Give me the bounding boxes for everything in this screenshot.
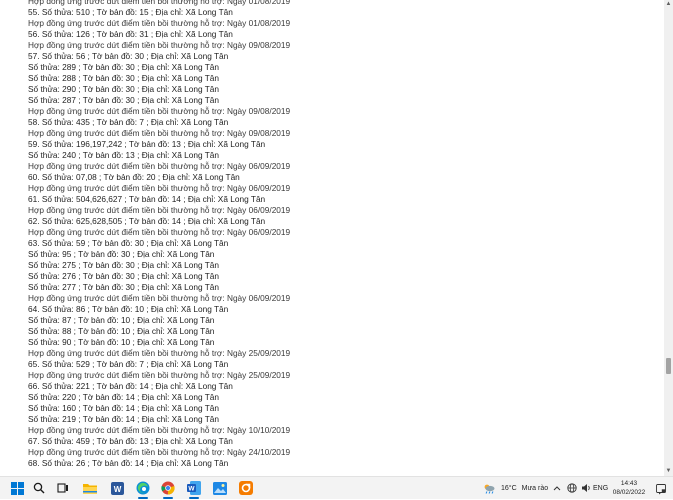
document-line: Hợp đồng ứng trước dứt điểm tiền bồi thư… bbox=[28, 161, 291, 171]
document-line: 58. Số thửa: 435 ; Tờ bản đồ: 7 ; Địa ch… bbox=[28, 117, 229, 127]
clock-date: 08/02/2022 bbox=[612, 489, 646, 496]
document-line: Số thửa: 288 ; Tờ bản đồ: 30 ; Địa chỉ: … bbox=[28, 73, 220, 83]
document-line: Hợp đồng ứng trước dứt điểm tiền bồi thư… bbox=[28, 0, 291, 6]
clock-time: 14:43 bbox=[620, 480, 638, 487]
weather-description: Mưa rào bbox=[521, 484, 549, 492]
weather-temperature: 16°C bbox=[501, 484, 517, 492]
svg-text:W: W bbox=[188, 486, 195, 493]
document-line: Số thửa: 277 ; Tờ bản đồ: 30 ; Địa chỉ: … bbox=[28, 282, 220, 292]
document-line: 63. Số thửa: 59 ; Tờ bản đồ: 30 ; Địa ch… bbox=[28, 238, 229, 248]
document-line: Số thửa: 87 ; Tờ bản đồ: 10 ; Địa chỉ: X… bbox=[28, 315, 215, 325]
scrollbar-thumb[interactable] bbox=[666, 358, 671, 374]
document-line: Số thửa: 275 ; Tờ bản đồ: 30 ; Địa chỉ: … bbox=[28, 260, 220, 270]
document-line: Hợp đồng ứng trước dứt điểm tiền bồi thư… bbox=[28, 106, 291, 116]
document-line: 55. Số thửa: 510 ; Tờ bản đồ: 15 ; Địa c… bbox=[28, 7, 233, 17]
document-line: Số thửa: 219 ; Tờ bản đồ: 14 ; Địa chỉ: … bbox=[28, 414, 220, 424]
document-line: Số thửa: 289 ; Tờ bản đồ: 30 ; Địa chỉ: … bbox=[28, 62, 220, 72]
search-icon[interactable] bbox=[31, 480, 47, 496]
taskbar: W W 16°C Mưa rào ENG 14:43 08/02/2022 bbox=[0, 476, 673, 499]
document-line: 61. Số thửa: 504,626,627 ; Tờ bản đồ: 14… bbox=[28, 194, 266, 204]
file-explorer-icon[interactable] bbox=[82, 480, 98, 496]
document-line: 64. Số thửa: 86 ; Tờ bản đồ: 10 ; Địa ch… bbox=[28, 304, 229, 314]
taskbar-clock[interactable]: 14:43 08/02/2022 bbox=[604, 479, 654, 497]
document-line: Hợp đồng ứng trước dứt điểm tiền bồi thư… bbox=[28, 205, 291, 215]
document-line: Hợp đồng ứng trước dứt điểm tiền bồi thư… bbox=[28, 40, 291, 50]
document-line: Số thửa: 160 ; Tờ bản đồ: 14 ; Địa chỉ: … bbox=[28, 403, 220, 413]
word-document-icon[interactable]: W bbox=[109, 480, 125, 496]
document-line: Số thửa: 90 ; Tờ bản đồ: 10 ; Địa chỉ: X… bbox=[28, 337, 215, 347]
document-line: Số thửa: 276 ; Tờ bản đồ: 30 ; Địa chỉ: … bbox=[28, 271, 220, 281]
orange-app-icon[interactable] bbox=[238, 480, 254, 496]
document-text: Hợp đồng ứng trước dứt điểm tiền bồi thư… bbox=[28, 0, 290, 469]
document-line: Hợp đồng ứng trước dứt điểm tiền bồi thư… bbox=[28, 128, 291, 138]
document-line: 57. Số thửa: 56 ; Tờ bản đồ: 30 ; Địa ch… bbox=[28, 51, 229, 61]
document-line: Hợp đồng ứng trước dứt điểm tiền bồi thư… bbox=[28, 227, 291, 237]
document-line: 65. Số thửa: 529 ; Tờ bản đồ: 7 ; Địa ch… bbox=[28, 359, 229, 369]
document-line: 68. Số thửa: 26 ; Tờ bản đồ: 14 ; Địa ch… bbox=[28, 458, 229, 468]
document-line: Số thửa: 220 ; Tờ bản đồ: 14 ; Địa chỉ: … bbox=[28, 392, 220, 402]
volume-speaker-icon[interactable] bbox=[581, 477, 592, 499]
notification-center-icon[interactable] bbox=[656, 482, 666, 495]
vertical-scrollbar[interactable]: ▲ ▼ bbox=[664, 0, 673, 476]
windows-start-icon[interactable] bbox=[9, 480, 25, 496]
image-viewer-icon[interactable] bbox=[212, 480, 228, 496]
document-line: Hợp đồng ứng trước dứt điểm tiền bồi thư… bbox=[28, 348, 291, 358]
document-line: Số thửa: 88 ; Tờ bản đồ: 10 ; Địa chỉ: X… bbox=[28, 326, 215, 336]
document-line: Hợp đồng ứng trước dứt điểm tiền bồi thư… bbox=[28, 447, 291, 457]
svg-text:W: W bbox=[113, 485, 121, 494]
scroll-down-arrow-icon[interactable]: ▼ bbox=[664, 467, 673, 476]
document-line: Số thửa: 287 ; Tờ bản đồ: 30 ; Địa chỉ: … bbox=[28, 95, 220, 105]
microsoft-word-icon[interactable]: W bbox=[186, 480, 202, 499]
document-line: Số thửa: 95 ; Tờ bản đồ: 30 ; Địa chỉ: X… bbox=[28, 249, 215, 259]
chrome-icon[interactable] bbox=[160, 480, 176, 499]
weather-cloud-rain-icon bbox=[484, 484, 495, 494]
document-line: 62. Số thửa: 625,628,505 ; Tờ bản đồ: 14… bbox=[28, 216, 266, 226]
task-view-icon[interactable] bbox=[55, 480, 71, 496]
weather-widget[interactable]: 16°C Mưa rào bbox=[483, 477, 548, 499]
document-view: Hợp đồng ứng trước dứt điểm tiền bồi thư… bbox=[0, 0, 664, 476]
document-line: 59. Số thửa: 196,197,242 ; Tờ bản đồ: 13… bbox=[28, 139, 266, 149]
document-line: 56. Số thửa: 126 ; Tờ bản đồ: 31 ; Địa c… bbox=[28, 29, 233, 39]
document-line: Số thửa: 240 ; Tờ bản đồ: 13 ; Địa chỉ: … bbox=[28, 150, 220, 160]
network-globe-icon[interactable] bbox=[567, 477, 577, 499]
document-line: Hợp đồng ứng trước dứt điểm tiền bồi thư… bbox=[28, 183, 291, 193]
document-line: 66. Số thửa: 221 ; Tờ bản đồ: 14 ; Địa c… bbox=[28, 381, 233, 391]
microsoft-edge-icon[interactable] bbox=[135, 480, 151, 499]
document-line: 67. Số thửa: 459 ; Tờ bản đồ: 13 ; Địa c… bbox=[28, 436, 233, 446]
document-line: Hợp đồng ứng trước dứt điểm tiền bồi thư… bbox=[28, 370, 291, 380]
document-line: Hợp đồng ứng trước dứt điểm tiền bồi thư… bbox=[28, 425, 291, 435]
document-line: 60. Số thửa: 07,08 ; Tờ bản đồ: 20 ; Địa… bbox=[28, 172, 240, 182]
document-line: Hợp đồng ứng trước dứt điểm tiền bồi thư… bbox=[28, 18, 291, 28]
document-line: Số thửa: 290 ; Tờ bản đồ: 30 ; Địa chỉ: … bbox=[28, 84, 220, 94]
tray-overflow-chevron-icon[interactable] bbox=[553, 477, 561, 499]
scroll-up-arrow-icon[interactable]: ▲ bbox=[664, 0, 673, 9]
document-line: Hợp đồng ứng trước dứt điểm tiền bồi thư… bbox=[28, 293, 291, 303]
